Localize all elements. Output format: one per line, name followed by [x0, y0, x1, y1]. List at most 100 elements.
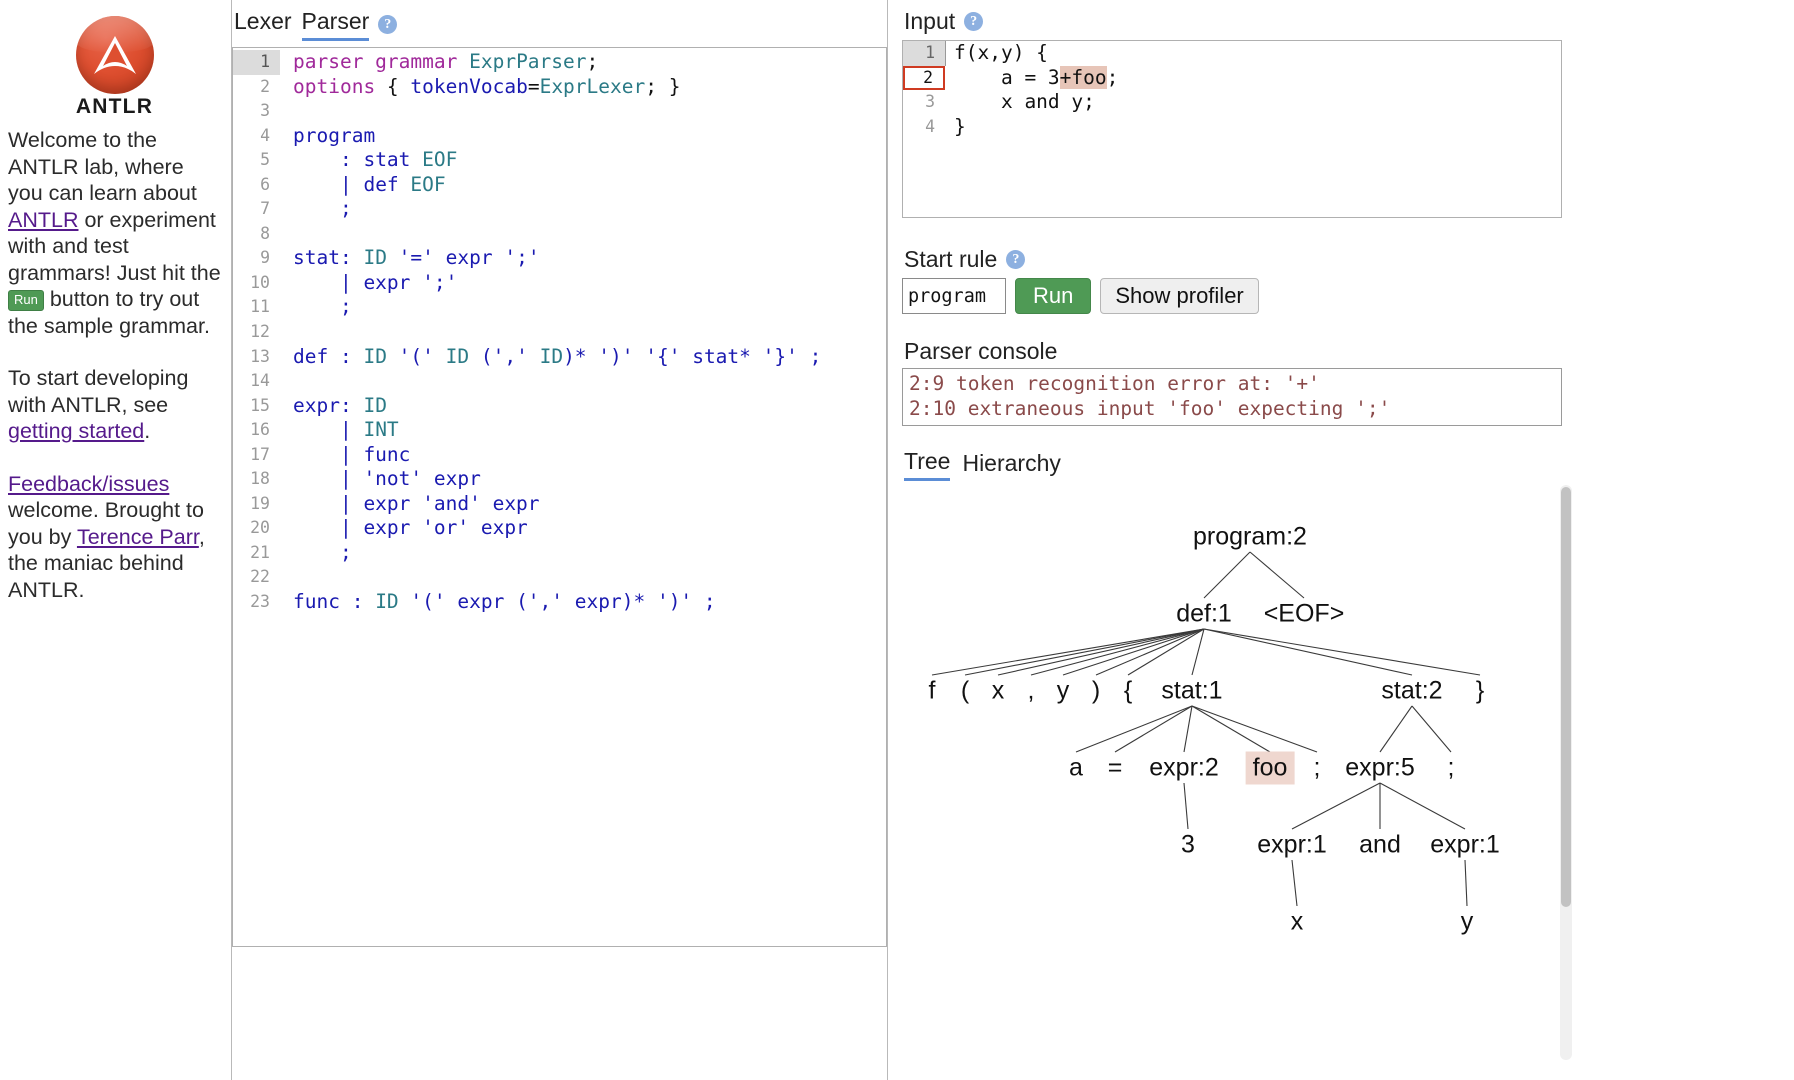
- help-icon-input[interactable]: ?: [964, 12, 984, 31]
- tree-node[interactable]: expr:2: [1149, 754, 1218, 783]
- tab-lexer[interactable]: Lexer: [234, 8, 292, 38]
- tree-edge: [1030, 628, 1205, 676]
- tree-node[interactable]: y: [1057, 677, 1070, 706]
- tree-edge: [1464, 859, 1468, 907]
- grammar-line[interactable]: 13 def : ID '(' ID (',' ID)* ')' '{' stat…: [233, 345, 886, 370]
- tab-hierarchy[interactable]: Hierarchy: [962, 450, 1060, 480]
- intro-paragraph-3: Feedback/issues welcome. Brought to you …: [8, 471, 221, 604]
- intro-paragraph-2: To start developing with ANTLR, see gett…: [8, 365, 221, 445]
- help-icon-start-rule[interactable]: ?: [1006, 250, 1026, 269]
- grammar-tabstrip: Lexer Parser: [234, 8, 370, 41]
- tree-node[interactable]: }: [1476, 677, 1484, 706]
- tab-parser[interactable]: Parser: [301, 8, 370, 41]
- input-line[interactable]: 3 x and y;: [903, 90, 1561, 115]
- grammar-line[interactable]: 15 expr: ID: [233, 394, 886, 419]
- grammar-code[interactable]: 1 parser grammar ExprParser; 2 options { to…: [233, 48, 886, 615]
- parse-tree-edges: [931, 551, 1481, 907]
- input-line[interactable]: 4}: [903, 115, 1561, 140]
- tree-node[interactable]: (: [961, 677, 969, 706]
- grammar-line[interactable]: 16 | INT: [233, 418, 886, 443]
- tree-node[interactable]: <EOF>: [1264, 600, 1345, 629]
- tree-node[interactable]: stat:1: [1161, 677, 1222, 706]
- start-rule-label: Start rule: [904, 246, 998, 272]
- start-rule-input[interactable]: [902, 278, 1006, 314]
- tree-node[interactable]: {: [1124, 677, 1132, 706]
- start-rule-header: Start rule ?: [904, 246, 1794, 273]
- tree-node[interactable]: a: [1069, 754, 1083, 783]
- getting-started-link[interactable]: getting started: [8, 419, 144, 443]
- tree-node[interactable]: program:2: [1193, 523, 1307, 552]
- grammar-line[interactable]: 17 | func: [233, 443, 886, 468]
- grammar-line-number: 11: [250, 297, 270, 317]
- input-line[interactable]: 2 a = 3+foo;: [903, 65, 1561, 90]
- tree-node[interactable]: expr:1: [1430, 831, 1499, 860]
- grammar-line[interactable]: 5 : stat EOF: [233, 148, 886, 173]
- show-profiler-button[interactable]: Show profiler: [1100, 278, 1259, 314]
- grammar-line[interactable]: 20 | expr 'or' expr: [233, 516, 886, 541]
- grammar-line[interactable]: 23 func : ID '(' expr (',' expr)* ')' ;: [233, 590, 886, 615]
- grammar-line[interactable]: 3: [233, 99, 886, 124]
- tree-scrollbar-thumb[interactable]: [1561, 487, 1571, 907]
- input-line-number: 1: [903, 41, 945, 66]
- grammar-line-number: 4: [260, 125, 270, 145]
- tree-edge: [1291, 859, 1298, 907]
- tree-edge: [1379, 705, 1413, 753]
- grammar-line[interactable]: 21 ;: [233, 541, 886, 566]
- grammar-line[interactable]: 1 parser grammar ExprParser;: [233, 50, 886, 75]
- tree-node[interactable]: stat:2: [1381, 677, 1442, 706]
- tree-node[interactable]: def:1: [1176, 600, 1232, 629]
- terence-parr-link[interactable]: Terence Parr: [77, 525, 199, 549]
- parser-console-label: Parser console: [904, 338, 1058, 364]
- tree-node[interactable]: y: [1461, 908, 1474, 937]
- grammar-line[interactable]: 14: [233, 369, 886, 394]
- grammar-line[interactable]: 22: [233, 565, 886, 590]
- input-editor[interactable]: 1 f(x,y) {2 a = 3+foo; 3 x and y; 4}: [902, 40, 1562, 218]
- input-line-text: }: [954, 114, 966, 138]
- grammar-line-text: | expr 'and' expr: [293, 491, 540, 515]
- input-code[interactable]: 1 f(x,y) {2 a = 3+foo; 3 x and y; 4}: [903, 41, 1561, 139]
- tree-node[interactable]: expr:1: [1257, 831, 1326, 860]
- input-line[interactable]: 1 f(x,y) {: [903, 41, 1561, 66]
- tree-node[interactable]: x: [1291, 908, 1304, 937]
- tree-node[interactable]: ;: [1314, 754, 1321, 783]
- grammar-line-number: 22: [250, 567, 270, 587]
- grammar-line-text: | expr ';': [293, 270, 458, 294]
- tree-node[interactable]: 3: [1181, 831, 1195, 860]
- help-icon-grammar[interactable]: ?: [378, 15, 398, 34]
- grammar-line[interactable]: 7 ;: [233, 197, 886, 222]
- input-header: Input ?: [904, 8, 1794, 35]
- parse-tree-view[interactable]: program:2 def:1 <EOF> f ( x, y) { stat:1 stat:2} a…: [902, 485, 1574, 1060]
- tree-node[interactable]: ): [1092, 677, 1100, 706]
- grammar-line[interactable]: 18 | 'not' expr: [233, 467, 886, 492]
- tree-node[interactable]: and: [1359, 831, 1401, 860]
- run-button[interactable]: Run: [1015, 278, 1092, 314]
- grammar-line[interactable]: 10 | expr ';': [233, 271, 886, 296]
- grammar-line-text: | INT: [293, 418, 399, 442]
- tree-node[interactable]: ;: [1448, 754, 1455, 783]
- grammar-line[interactable]: 8: [233, 222, 886, 247]
- grammar-line[interactable]: 19 | expr 'and' expr: [233, 492, 886, 517]
- grammar-line-text: ;: [293, 295, 352, 319]
- tree-edge: [1075, 705, 1193, 753]
- grammar-line-number: 9: [260, 248, 270, 268]
- grammar-line[interactable]: 4 program: [233, 124, 886, 149]
- tree-node[interactable]: =: [1108, 754, 1123, 783]
- tab-tree[interactable]: Tree: [904, 448, 951, 481]
- grammar-line[interactable]: 11 ;: [233, 295, 886, 320]
- tree-scrollbar[interactable]: [1560, 485, 1572, 1060]
- grammar-line[interactable]: 12: [233, 320, 886, 345]
- tree-node[interactable]: x: [992, 677, 1005, 706]
- grammar-line[interactable]: 9 stat: ID '=' expr ';': [233, 246, 886, 271]
- tree-node[interactable]: foo: [1245, 751, 1295, 785]
- feedback-issues-link[interactable]: Feedback/issues: [8, 472, 169, 496]
- grammar-line[interactable]: 2 options { tokenVocab=ExprLexer; }: [233, 75, 886, 100]
- grammar-editor[interactable]: 1 parser grammar ExprParser; 2 options { to…: [232, 47, 887, 947]
- grammar-tabs: Lexer Parser ?: [232, 0, 887, 47]
- antlr-link[interactable]: ANTLR: [8, 208, 78, 232]
- grammar-line[interactable]: 6 | def EOF: [233, 173, 886, 198]
- tree-node[interactable]: ,: [1028, 677, 1035, 706]
- grammar-line-number: 23: [250, 592, 270, 612]
- tree-node[interactable]: expr:5: [1345, 754, 1414, 783]
- grammar-line-number: 2: [260, 76, 270, 96]
- tree-node[interactable]: f: [929, 677, 936, 706]
